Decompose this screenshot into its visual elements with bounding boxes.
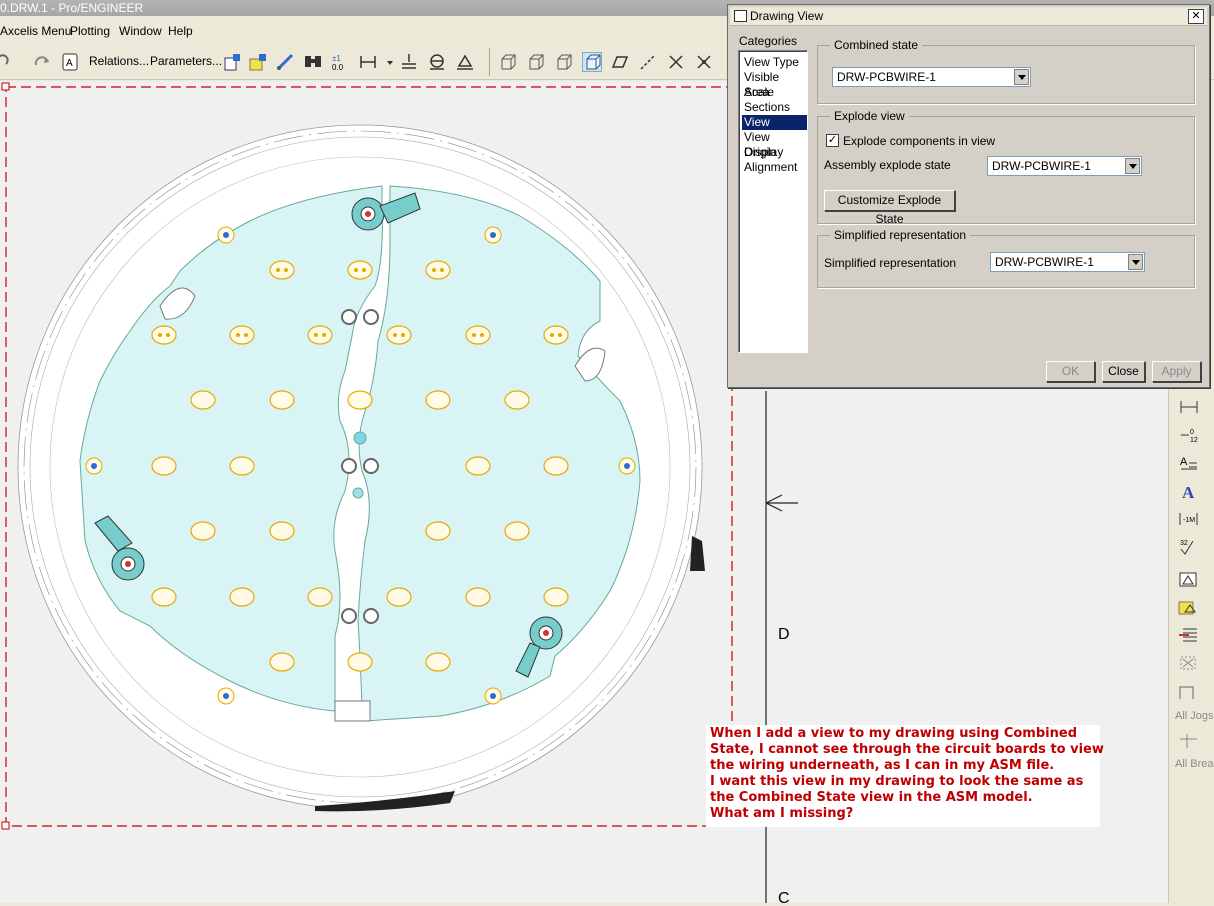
menu-window[interactable]: Window	[119, 21, 162, 42]
zone-label-d: D	[778, 626, 790, 643]
dialog-app-icon	[734, 10, 747, 22]
explode-state-select[interactable]: DRW-PCBWIRE-1	[987, 156, 1142, 176]
svg-text:A: A	[1180, 456, 1188, 468]
combined-state-select[interactable]: DRW-PCBWIRE-1	[832, 67, 1031, 87]
parameters-button[interactable]: Parameters...	[150, 54, 222, 68]
category-alignment[interactable]: Alignment	[742, 160, 799, 175]
note-line: the wiring underneath, as I can in my AS…	[710, 758, 1055, 773]
balloon-icon[interactable]: -1M	[1177, 509, 1201, 529]
simplified-rep-title: Simplified representation	[830, 228, 971, 242]
menu-plotting[interactable]: Plotting	[70, 21, 110, 42]
category-sections[interactable]: Sections	[742, 100, 792, 115]
dialog-title: Drawing View	[750, 9, 824, 23]
drawing-view-dialog: Drawing View ✕ Categories View Type Visi…	[727, 4, 1210, 388]
combined-state-group: Combined state DRW-PCBWIRE-1	[817, 38, 1195, 104]
datum-axis-icon[interactable]	[638, 52, 658, 72]
svg-text:0.0: 0.0	[332, 63, 344, 72]
explode-view-title: Explode view	[830, 109, 909, 123]
dialog-title-bar: Drawing View ✕	[730, 7, 1207, 26]
ordinate-icon[interactable]	[1177, 397, 1201, 417]
category-visible-area[interactable]: Visible Area	[742, 70, 807, 99]
chevron-down-icon[interactable]	[1014, 69, 1029, 85]
note-line: What am I missing?	[710, 806, 854, 821]
hidden-line-icon[interactable]	[526, 52, 546, 72]
explode-view-group: Explode view ✓ Explode components in vie…	[817, 109, 1195, 226]
note-line: When I add a view to my drawing using Co…	[710, 726, 1077, 741]
redo-icon[interactable]	[32, 52, 52, 72]
combined-state-title: Combined state	[830, 38, 923, 52]
table-icon[interactable]	[1177, 625, 1201, 645]
simplified-rep-group: Simplified representation Simplified rep…	[817, 228, 1195, 288]
simplified-rep-value: DRW-PCBWIRE-1	[995, 255, 1094, 269]
simplified-rep-select[interactable]: DRW-PCBWIRE-1	[990, 252, 1145, 272]
all-jogs-label[interactable]: All Jogs	[1175, 710, 1214, 722]
svg-text:A: A	[66, 58, 73, 69]
note-icon[interactable]: A	[1177, 453, 1201, 473]
menu-axcelis[interactable]: Axcelis Menu	[0, 21, 71, 42]
new-sheet-icon[interactable]	[222, 52, 242, 72]
datum-point-icon[interactable]	[666, 52, 686, 72]
explode-state-value: DRW-PCBWIRE-1	[992, 159, 1091, 173]
category-view-display[interactable]: View Display	[742, 130, 807, 159]
surface-finish-icon[interactable]: 32	[1177, 537, 1201, 557]
note-line: I want this view in my drawing to look t…	[710, 774, 1084, 789]
surface-finish-icon[interactable]	[427, 52, 447, 72]
explode-components-checkbox[interactable]: ✓	[826, 134, 839, 147]
overlay-note: When I add a view to my drawing using Co…	[706, 725, 1104, 827]
coordinate-system-icon[interactable]	[694, 52, 714, 72]
window-title: 0.DRW.1 - Pro/ENGINEER	[0, 1, 144, 15]
datum-plane-icon[interactable]	[610, 52, 630, 72]
erase-icon[interactable]	[1177, 653, 1201, 673]
dimension-values-icon[interactable]: ±1 0.0	[330, 52, 350, 72]
jog-icon[interactable]	[1177, 681, 1201, 701]
apply-button[interactable]: Apply	[1152, 361, 1201, 382]
svg-text:±1: ±1	[332, 54, 341, 63]
geometric-tolerance-icon[interactable]	[455, 52, 475, 72]
note-line: State, I cannot see through the circuit …	[710, 742, 1104, 757]
category-scale[interactable]: Scale	[742, 85, 776, 100]
explode-state-label: Assembly explode state	[824, 158, 951, 172]
svg-text:12: 12	[1190, 437, 1198, 444]
datum-icon[interactable]	[399, 52, 419, 72]
wireframe-icon[interactable]	[498, 52, 518, 72]
no-hidden-icon[interactable]	[554, 52, 574, 72]
find-icon[interactable]	[303, 52, 323, 72]
customize-explode-button[interactable]: Customize Explode State	[824, 190, 955, 226]
chevron-down-icon[interactable]	[1128, 254, 1143, 270]
menu-help[interactable]: Help	[168, 21, 193, 42]
category-origin[interactable]: Origin	[742, 145, 778, 160]
svg-text:A: A	[1182, 483, 1195, 501]
break-icon[interactable]	[1177, 731, 1201, 751]
all-breaks-label[interactable]: All Breal	[1175, 758, 1214, 770]
text-style-icon[interactable]: A	[1177, 481, 1201, 502]
dimension-icon[interactable]	[358, 52, 378, 72]
add-model-icon[interactable]	[248, 52, 268, 72]
combined-state-value: DRW-PCBWIRE-1	[837, 70, 936, 84]
category-view-type[interactable]: View Type	[742, 55, 801, 70]
model-tree-icon[interactable]	[275, 52, 295, 72]
relations-button[interactable]: Relations...	[89, 54, 149, 68]
shading-icon[interactable]	[582, 52, 602, 72]
symbol-icon[interactable]	[1177, 569, 1201, 589]
categories-list[interactable]: View Type Visible Area Scale Sections Vi…	[738, 50, 808, 353]
dropdown-arrow-icon[interactable]	[380, 52, 400, 72]
svg-text:0: 0	[1190, 429, 1194, 436]
close-icon[interactable]: ✕	[1188, 9, 1204, 24]
categories-label: Categories	[739, 34, 798, 48]
toolbar-separator	[489, 48, 490, 76]
category-view-states[interactable]: View States	[742, 115, 807, 144]
explode-components-label: Explode components in view	[843, 134, 996, 148]
undo-icon[interactable]	[0, 52, 12, 72]
svg-text:32: 32	[1180, 540, 1188, 547]
close-button[interactable]: Close	[1102, 361, 1145, 382]
simplified-rep-label: Simplified representation	[824, 256, 957, 270]
svg-text:-1M: -1M	[1183, 517, 1195, 524]
symbol-gallery-icon[interactable]	[1177, 597, 1201, 617]
zone-label-c: C	[778, 890, 790, 903]
note-line: the Combined State view in the ASM model…	[710, 790, 1033, 805]
tolerance-icon[interactable]: 0 12	[1177, 425, 1201, 445]
chevron-down-icon[interactable]	[1125, 158, 1140, 174]
text-style-icon[interactable]: A	[60, 52, 80, 72]
ok-button[interactable]: OK	[1046, 361, 1095, 382]
